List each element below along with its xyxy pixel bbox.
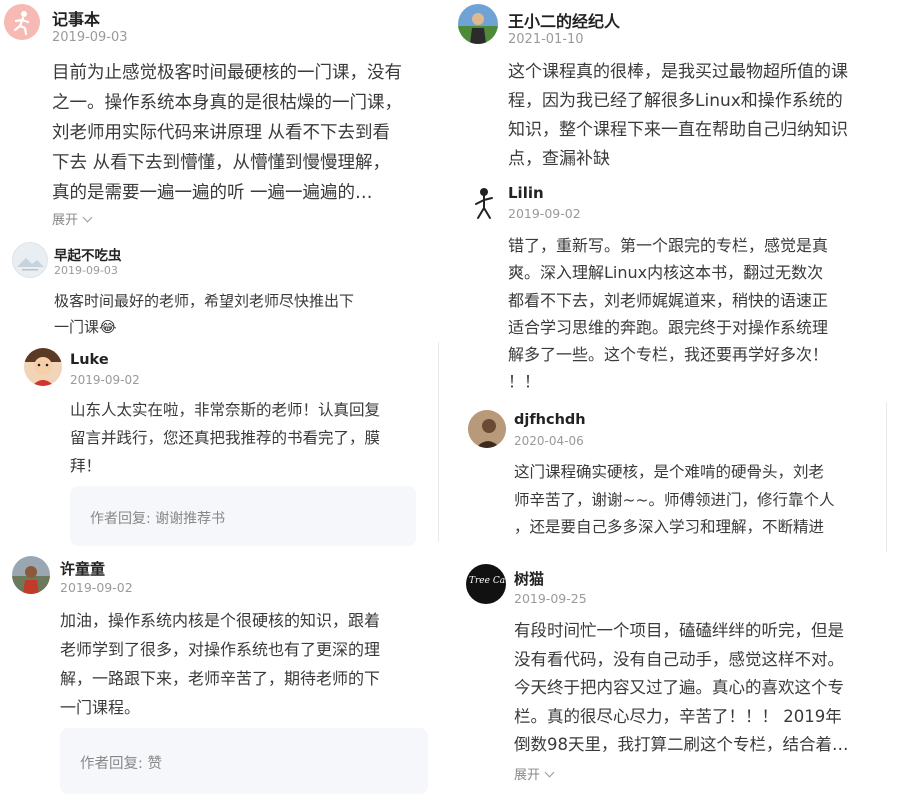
comment-author[interactable]: 树猫 — [514, 568, 544, 589]
author-reply: 作者回复: 赞 — [60, 728, 428, 794]
comment-date: 2021-01-10 — [508, 32, 584, 47]
comment-date: 2019-09-25 — [514, 591, 587, 606]
comment-date: 2019-09-02 — [508, 206, 581, 221]
comment-date: 2019-09-03 — [54, 264, 118, 277]
user-portrait-icon — [458, 13, 498, 44]
comment-date: 2019-09-02 — [70, 373, 140, 387]
avatar[interactable] — [24, 348, 62, 386]
comment-date: 2019-09-02 — [60, 580, 133, 595]
comment-date: 2019-09-03 — [52, 30, 128, 45]
expand-button[interactable]: 展开 — [52, 209, 93, 228]
comment-card: 王小二的经纪人 2021-01-10 这个课程真的很棒，是我买过最物超所值的课 … — [452, 0, 900, 178]
avatar[interactable] — [12, 242, 48, 278]
avatar[interactable] — [458, 4, 498, 44]
comment-text: 这门课程确实硬核，是个难啃的硬骨头，刘老 师辛苦了，谢谢~~。师傅领进门，修行靠… — [514, 463, 835, 536]
card-edge — [886, 402, 887, 552]
comment-author[interactable]: djfhchdh — [514, 412, 586, 428]
expand-button[interactable]: 展开 — [514, 764, 555, 783]
avatar[interactable] — [12, 556, 50, 594]
comment-author[interactable]: 记事本 — [52, 6, 100, 30]
landscape-icon — [17, 258, 44, 271]
author-reply-text: 作者回复: 赞 — [80, 756, 162, 772]
comment-author[interactable]: Lilin — [508, 184, 544, 202]
comment-author[interactable]: 许童童 — [60, 558, 105, 579]
comment-text: 有段时间忙一个项目，磕磕绊绊的听完，但是 没有看代码，没有自己动手，感觉这样不对… — [514, 621, 849, 754]
comment-card: 早起不吃虫 2019-09-03 极客时间最好的老师，希望刘老师尽快推出下 一门… — [0, 238, 430, 340]
chevron-down-icon — [544, 767, 555, 778]
comment-text: 山东人太实在啦，非常奈斯的老师！认真回复 留言并践行，您还真把我推荐的书看完了，… — [70, 401, 381, 475]
user-portrait-icon — [12, 566, 50, 594]
comment-text: 这个课程真的很棒，是我买过最物超所值的课 程，因为我已经了解很多Linux和操作… — [508, 62, 848, 169]
comment-author[interactable]: Luke — [70, 352, 109, 368]
comment-text: 极客时间最好的老师，希望刘老师尽快推出下 一门课😂 — [54, 292, 355, 336]
comment-author[interactable]: 早起不吃虫 — [54, 244, 122, 264]
comment-date: 2020-04-06 — [514, 434, 584, 448]
comment-text: 目前为止感觉极客时间最硬核的一门课，没有 之一。操作系统本身真的是很枯燥的一门课… — [52, 63, 402, 203]
comment-card: 记事本 2019-09-03 目前为止感觉极客时间最硬核的一门课，没有 之一。操… — [0, 0, 440, 232]
avatar[interactable] — [468, 410, 506, 448]
user-portrait-icon — [24, 348, 62, 386]
comment-card: 许童童 2019-09-02 加油，操作系统内核是个很硬核的知识，跟着 老师学到… — [0, 548, 440, 803]
runner-icon — [13, 11, 30, 36]
avatar[interactable]: Tree Cat — [466, 564, 506, 604]
comment-card: djfhchdh 2020-04-06 这门课程确实硬核，是个难啃的硬骨头，刘老… — [460, 402, 888, 554]
avatar[interactable] — [4, 4, 40, 40]
comment-text: 加油，操作系统内核是个很硬核的知识，跟着 老师学到了很多，对操作系统也有了更深的… — [60, 611, 381, 717]
card-edge — [438, 342, 439, 542]
user-portrait-icon — [468, 410, 506, 448]
user-portrait-icon — [475, 188, 493, 219]
author-reply: 作者回复: 谢谢推荐书 — [70, 486, 416, 546]
comment-text: 错了，重新写。第一个跟完的专栏，感觉是真 爽。深入理解Linux内核这本书，翻过… — [508, 236, 829, 392]
comment-card: Lilin 2019-09-02 错了，重新写。第一个跟完的专栏，感觉是真 爽。… — [458, 180, 900, 394]
avatar[interactable] — [468, 186, 500, 222]
comment-author[interactable]: 王小二的经纪人 — [508, 8, 620, 32]
chevron-down-icon — [82, 212, 93, 223]
comment-card: Tree Cat 树猫 2019-09-25 有段时间忙一个项目，磕磕绊绊的听完… — [458, 558, 900, 803]
tree-cat-logo: Tree Cat — [469, 576, 506, 586]
author-reply-text: 作者回复: 谢谢推荐书 — [90, 511, 226, 527]
comment-card: Luke 2019-09-02 山东人太实在啦，非常奈斯的老师！认真回复 留言并… — [14, 342, 440, 546]
